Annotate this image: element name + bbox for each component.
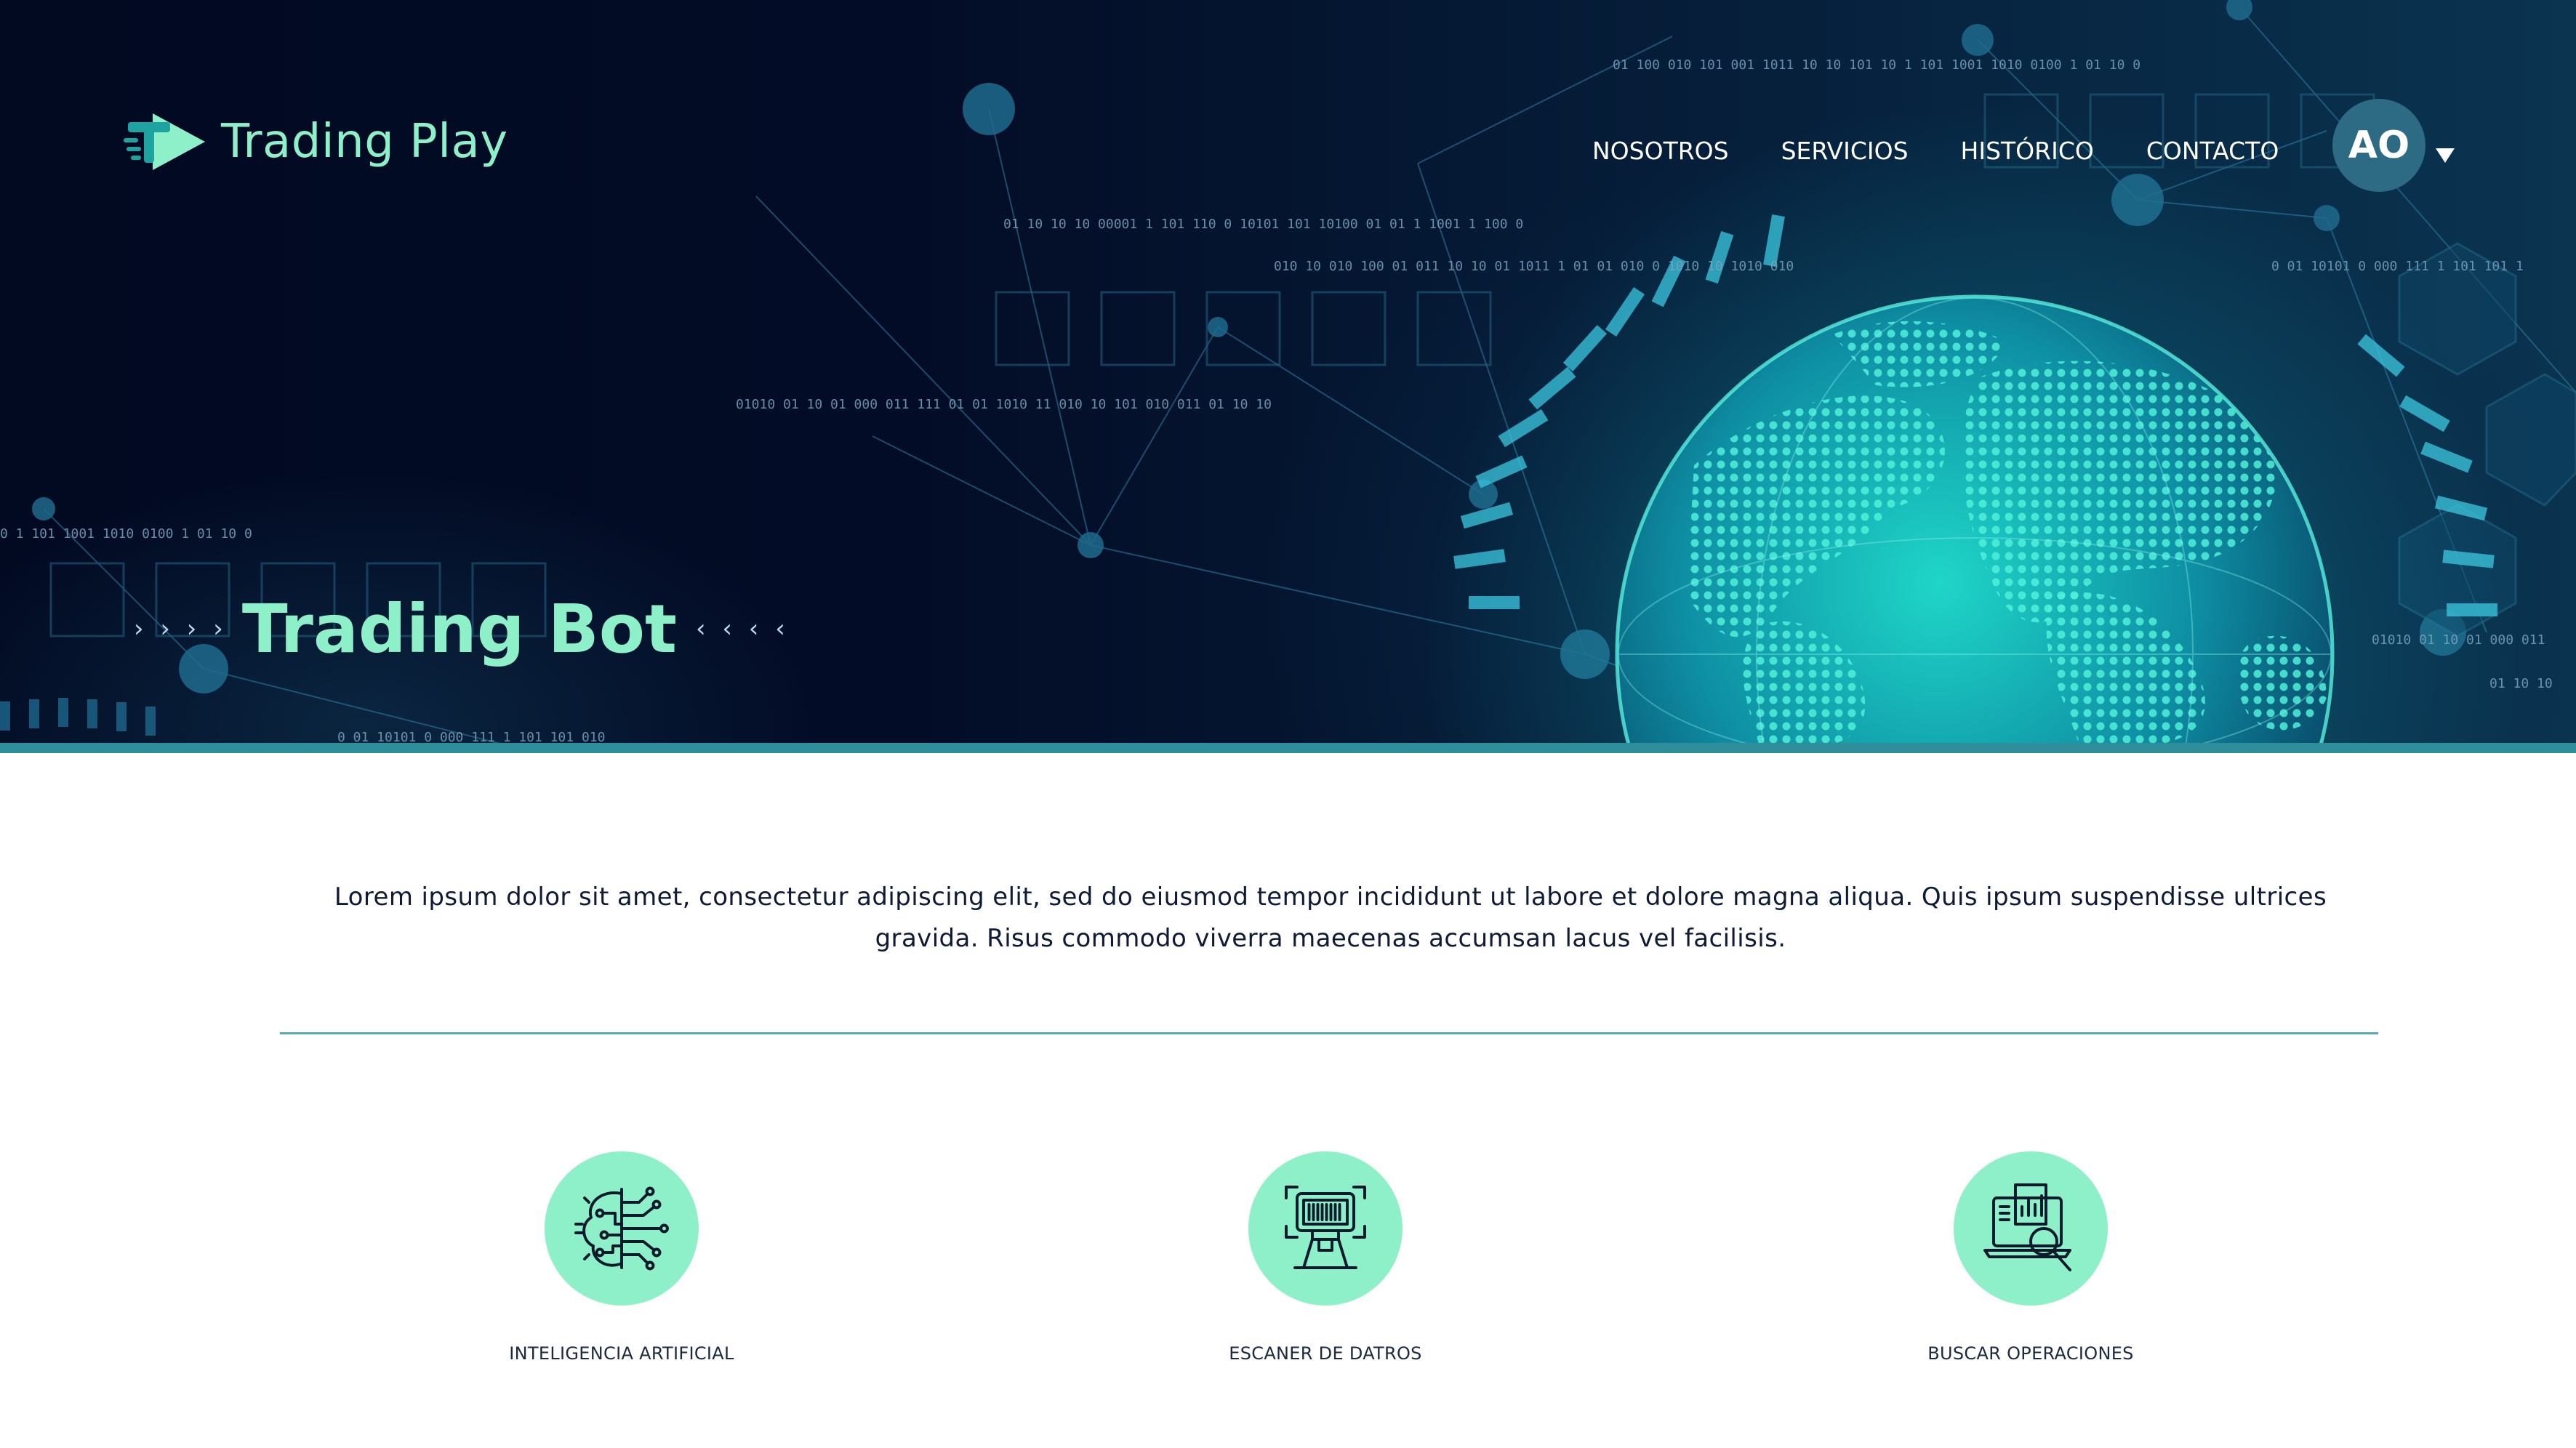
hero-banner: 01 100 010 101 001 1011 10 10 101 10 1 1… [0, 0, 2576, 746]
intro-paragraph: Lorem ipsum dolor sit amet, consectetur … [334, 882, 2327, 953]
data-scanner-icon[interactable] [1248, 1151, 1403, 1306]
feature-label: ESCANER DE DATROS [1229, 1343, 1422, 1364]
binary-line: 01 10 10 10 00001 1 101 110 0 10101 101 … [1003, 217, 1523, 232]
section-divider [280, 1032, 2378, 1034]
feature-label: BUSCAR OPERACIONES [1927, 1343, 2134, 1364]
brand-name: Trading Play [221, 115, 508, 169]
feature-ai[interactable]: INTELIGENCIA ARTIFICIAL [433, 1151, 811, 1364]
binary-line: 01 10 10 [2489, 676, 2553, 691]
feature-label: INTELIGENCIA ARTIFICIAL [509, 1343, 734, 1364]
hero-title: Trading Bot [241, 590, 677, 668]
binary-line: 01 100 010 101 001 1011 10 10 101 10 1 1… [1613, 57, 2140, 73]
ai-brain-circuit-icon[interactable] [545, 1151, 699, 1306]
binary-line: 0 1 101 1001 1010 0100 1 01 10 0 [0, 526, 252, 542]
brand-logo[interactable]: Trading Play [124, 109, 508, 174]
nav-item-nosotros[interactable]: NOSOTROS [1592, 137, 1729, 165]
binary-line: 01010 01 10 01 000 011 111 01 01 1010 11… [736, 397, 1272, 412]
chevron-right-decoration: › › › › [134, 614, 228, 643]
chevron-left-decoration: ‹ ‹ ‹ ‹ [696, 614, 790, 643]
search-analytics-icon[interactable] [1954, 1151, 2108, 1306]
nav-item-contacto[interactable]: CONTACTO [2146, 137, 2279, 165]
binary-line: 0 01 10101 0 000 111 1 101 101 1 [2271, 259, 2524, 274]
binary-line: 01010 01 10 01 000 011 [2372, 632, 2545, 648]
hero-bottom-border [0, 743, 2576, 753]
main-nav: NOSOTROS SERVICIOS HISTÓRICO CONTACTO [1592, 131, 2279, 170]
nav-item-historico[interactable]: HISTÓRICO [1961, 137, 2094, 165]
play-t-logo-icon [124, 113, 205, 170]
feature-data-scanner[interactable]: ESCANER DE DATROS [1136, 1151, 1514, 1364]
nav-item-servicios[interactable]: SERVICIOS [1781, 137, 1909, 165]
caret-down-icon[interactable] [2436, 148, 2455, 163]
user-avatar[interactable]: AO [2332, 99, 2425, 192]
feature-search-operations[interactable]: BUSCAR OPERACIONES [1842, 1151, 2220, 1364]
binary-line: 010 10 010 100 01 011 10 10 01 1011 1 01… [1274, 259, 1794, 274]
hero-heading: › › › › Trading Bot ‹ ‹ ‹ ‹ [134, 582, 790, 676]
